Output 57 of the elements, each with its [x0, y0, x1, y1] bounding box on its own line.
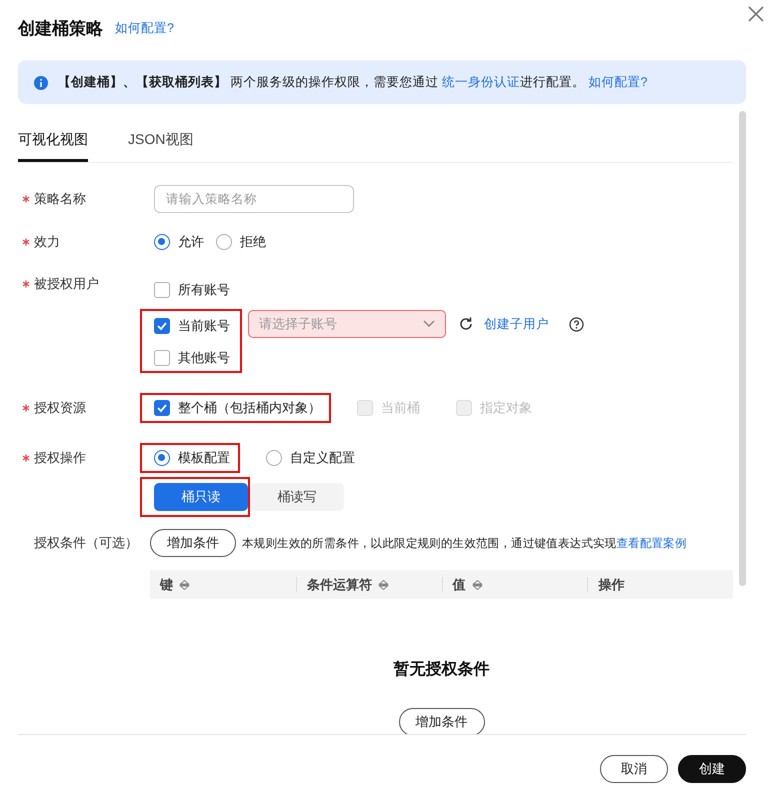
option-label: 当前账号 [178, 317, 230, 335]
column-header: 键 [150, 577, 296, 592]
radio-button[interactable] [154, 234, 170, 250]
radio-button[interactable] [266, 450, 282, 466]
dialog-title: 创建桶策略 [18, 18, 103, 40]
option-label: 所有账号 [178, 281, 230, 299]
check-icon [156, 320, 168, 332]
add-condition-button[interactable]: 增加条件 [150, 529, 236, 557]
info-icon [34, 76, 48, 90]
refresh-icon[interactable] [458, 316, 474, 332]
option-label: 允许 [178, 233, 204, 251]
condition-description: 本规则生效的所需条件，以此限定规则的生效范围，通过键值表达式实现查看配置案例 [242, 536, 687, 550]
check-icon [156, 402, 168, 414]
column-header: 条件运算符 [296, 577, 442, 592]
column-header: 操作 [587, 577, 733, 592]
radio-button[interactable] [216, 234, 232, 250]
option-label: 自定义配置 [290, 449, 355, 467]
checkbox[interactable] [154, 318, 170, 334]
option-label: 模板配置 [178, 449, 230, 467]
add-condition-button[interactable]: 增加条件 [398, 708, 484, 734]
sort-icon[interactable] [472, 578, 482, 590]
checkbox[interactable] [154, 350, 170, 366]
create-button[interactable]: 创建 [678, 755, 746, 783]
scrollbar[interactable] [739, 111, 746, 586]
checkbox[interactable] [154, 282, 170, 298]
field-label: 授权资源 [34, 399, 86, 417]
checkbox[interactable] [154, 400, 170, 416]
help-link[interactable]: 如何配置? [588, 75, 648, 89]
empty-state-title: 暂无授权条件 [394, 660, 490, 680]
notice-text: 【创建桶】、【获取桶列表】 两个服务级的操作权限，需要您通过 统一身份认证进行配置。 如何配置? [58, 74, 648, 91]
help-link[interactable]: 如何配置? [115, 20, 174, 36]
sort-icon[interactable] [378, 578, 389, 590]
create-sub-user-link[interactable]: 创建子用户 [484, 316, 549, 332]
close-icon[interactable] [748, 6, 764, 22]
config-example-link[interactable]: 查看配置案例 [616, 538, 687, 550]
field-label: 被授权用户 [34, 275, 99, 293]
column-header: 值 [442, 577, 588, 592]
chevron-down-icon [423, 320, 435, 328]
field-label: 授权条件（可选） [34, 534, 138, 552]
view-tab[interactable]: 可视化视图 [18, 125, 88, 162]
cancel-button[interactable]: 取消 [600, 755, 668, 783]
policy-name-field[interactable]: 请输入策略名称 [154, 185, 354, 213]
radio-button[interactable] [154, 450, 170, 466]
template-button[interactable]: 桶只读 [154, 483, 248, 511]
field-label: 授权操作 [34, 449, 86, 467]
option-label: 指定对象 [480, 399, 532, 417]
option-label: 其他账号 [178, 349, 230, 367]
help-icon[interactable] [569, 316, 584, 332]
view-tab[interactable]: JSON视图 [128, 125, 194, 162]
option-label: 整个桶（包括桶内对象） [178, 399, 321, 417]
option-label: 当前桶 [381, 399, 420, 417]
option-label: 拒绝 [240, 233, 266, 251]
template-button[interactable]: 桶读写 [250, 483, 344, 511]
field-label: 策略名称 [34, 190, 86, 208]
field-label: 效力 [34, 233, 60, 251]
sort-icon[interactable] [179, 578, 190, 590]
iam-link[interactable]: 统一身份认证 [442, 75, 520, 89]
